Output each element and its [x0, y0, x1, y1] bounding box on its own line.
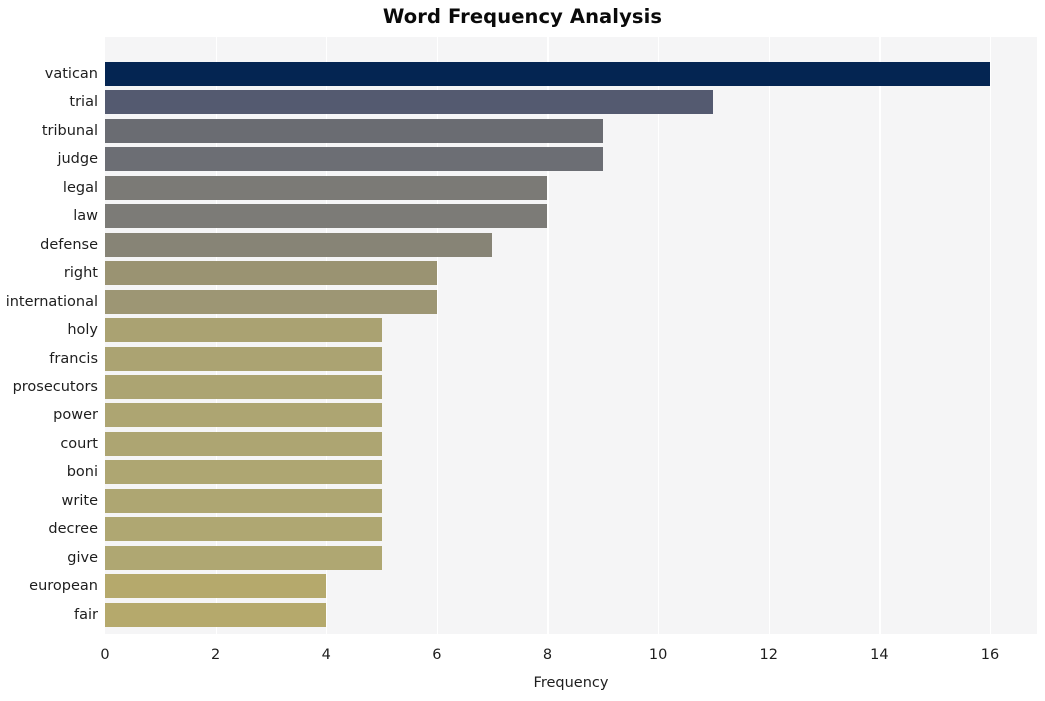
bar-trial [105, 90, 714, 115]
bar-court [105, 431, 382, 456]
bar-prosecutors [105, 374, 382, 399]
y-tick-label-boni: boni [66, 464, 98, 481]
y-tick-label-legal: legal [62, 179, 98, 196]
y-tick-label-vatican: vatican [44, 66, 98, 82]
y-tick-label-tribunal: tribunal [41, 122, 98, 139]
x-tick-label-10: 10 [648, 647, 668, 663]
y-tick-label-fair: fair [74, 606, 98, 623]
y-tick-label-decree: decree [48, 521, 98, 538]
y-tick-label-judge: judge [57, 151, 98, 168]
x-tick-label-12: 12 [759, 647, 778, 663]
bar-fair [105, 602, 327, 627]
y-tick-label-trial: trial [69, 94, 98, 111]
bar-judge [105, 147, 603, 172]
x-tick-label-8: 8 [542, 647, 553, 663]
y-tick-label-give: give [67, 549, 98, 566]
bar-legal [105, 175, 548, 200]
x-tick-label-4: 4 [321, 647, 331, 663]
x-axis-title: Frequency [533, 675, 609, 691]
y-tick-label-international: international [5, 293, 98, 310]
x-tick-label-16: 16 [980, 647, 1000, 663]
bar-vatican [105, 62, 990, 86]
page-title: Word Frequency Analysis [382, 5, 663, 28]
bar-decree [105, 517, 382, 542]
y-tick-label-defense: defense [40, 236, 98, 253]
bar-francis [105, 346, 382, 371]
x-tick-label-14: 14 [870, 647, 889, 663]
y-tick-label-right: right [63, 265, 98, 282]
bar-write [105, 488, 382, 513]
bar-right [105, 261, 437, 286]
plot-area [105, 37, 1037, 634]
x-axis-tick-labels: 0 2 4 6 8 10 12 14 16 [100, 647, 1037, 668]
bar-holy [105, 318, 382, 343]
bar-law [105, 204, 548, 229]
bars-layer [105, 37, 1037, 634]
y-tick-label-holy: holy [67, 322, 98, 339]
bar-defense [105, 232, 493, 257]
bar-international [105, 289, 437, 314]
y-tick-label-write: write [61, 492, 98, 509]
y-tick-label-law: law [73, 208, 98, 225]
y-tick-label-prosecutors: prosecutors [12, 378, 98, 395]
bar-power [105, 403, 382, 428]
bar-boni [105, 460, 382, 485]
bar-give [105, 545, 382, 570]
y-tick-label-european: european [29, 578, 98, 595]
y-axis-tick-labels: vatican trial tribunal judge legal law defense… [0, 37, 98, 634]
y-tick-label-power: power [53, 407, 98, 424]
x-tick-label-6: 6 [432, 647, 442, 663]
x-tick-label-0: 0 [100, 647, 110, 663]
y-tick-label-francis: francis [49, 350, 98, 367]
chart-figure: Word Frequency Analysis vatican trial trib… [0, 0, 1045, 701]
x-tick-label-2: 2 [210, 647, 221, 663]
y-tick-label-court: court [60, 435, 98, 452]
bar-tribunal [105, 118, 603, 143]
bar-european [105, 574, 327, 599]
